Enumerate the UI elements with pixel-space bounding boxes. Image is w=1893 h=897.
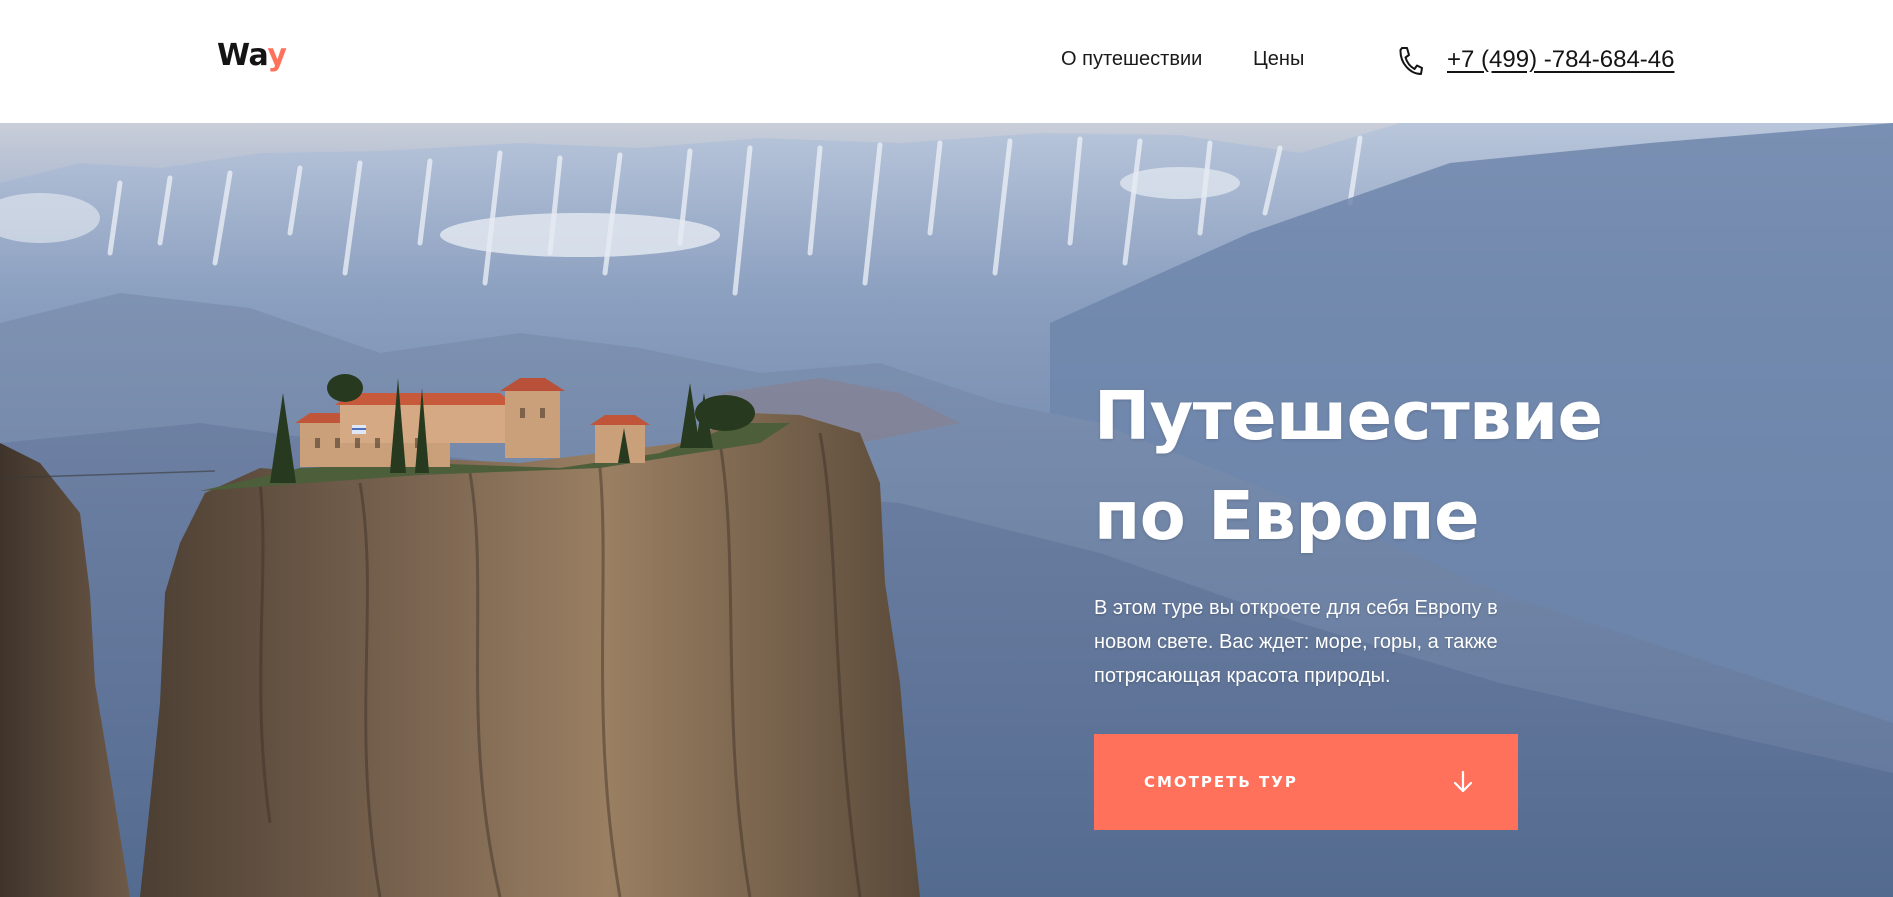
view-tour-button[interactable]: СМОТРЕТЬ ТУР <box>1094 734 1518 830</box>
logo-accent: y <box>267 38 287 73</box>
hero-title: Путешествие по Европе <box>1094 366 1603 566</box>
logo-text: Wa <box>217 38 268 73</box>
hero-background-image <box>0 123 1893 897</box>
view-tour-label: СМОТРЕТЬ ТУР <box>1144 773 1298 791</box>
arrow-down-icon <box>1453 770 1473 793</box>
phone-icon <box>1399 47 1423 75</box>
nav-link-prices[interactable]: Цены <box>1253 48 1304 71</box>
site-header: Way О путешествии Цены +7 (499) -784-684… <box>0 0 1893 123</box>
logo[interactable]: Way <box>217 38 287 73</box>
hero-title-line-1: Путешествие <box>1094 377 1603 455</box>
nav-link-about[interactable]: О путешествии <box>1061 48 1202 71</box>
hero-title-line-2: по Европе <box>1094 477 1480 555</box>
landing-page: Way О путешествии Цены +7 (499) -784-684… <box>0 0 1893 897</box>
phone-number-link[interactable]: +7 (499) -784-684-46 <box>1447 46 1674 74</box>
hero-description: В этом туре вы откроете для себя Европу … <box>1094 597 1498 687</box>
hero-section: Путешествие по Европе В этом туре вы отк… <box>0 123 1893 897</box>
